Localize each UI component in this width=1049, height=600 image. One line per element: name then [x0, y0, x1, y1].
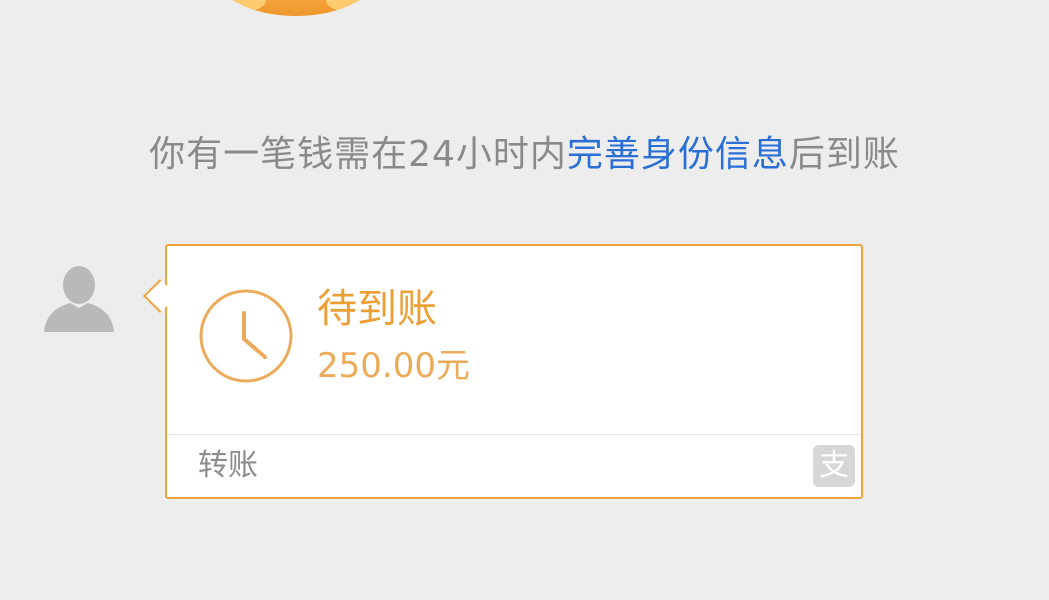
card-main: 待到账 250.00元: [167, 246, 861, 434]
notice-suffix: 后到账: [788, 134, 900, 175]
clock-icon: [197, 287, 295, 385]
default-user-avatar-icon: [30, 246, 128, 344]
transfer-status: 待到账: [317, 286, 437, 332]
card-footer: 转账 支: [167, 435, 861, 497]
complete-identity-link[interactable]: 完善身份信息: [567, 134, 789, 175]
system-notice: 你有一笔钱需在24小时内完善身份信息后到账: [0, 132, 1049, 178]
transfer-type-label: 转账: [198, 448, 258, 483]
emoji-cheek-right: [326, 0, 372, 12]
sticker-emoji-partial[interactable]: [214, 0, 378, 16]
avatar[interactable]: [30, 246, 128, 344]
alipay-icon: 支: [813, 445, 855, 487]
emoji-cheek-left: [220, 0, 266, 12]
transfer-amount: 250.00元: [317, 346, 470, 386]
notice-prefix: 你有一笔钱需在24小时内: [149, 134, 567, 175]
transfer-card[interactable]: 待到账 250.00元 转账 支: [165, 244, 863, 499]
